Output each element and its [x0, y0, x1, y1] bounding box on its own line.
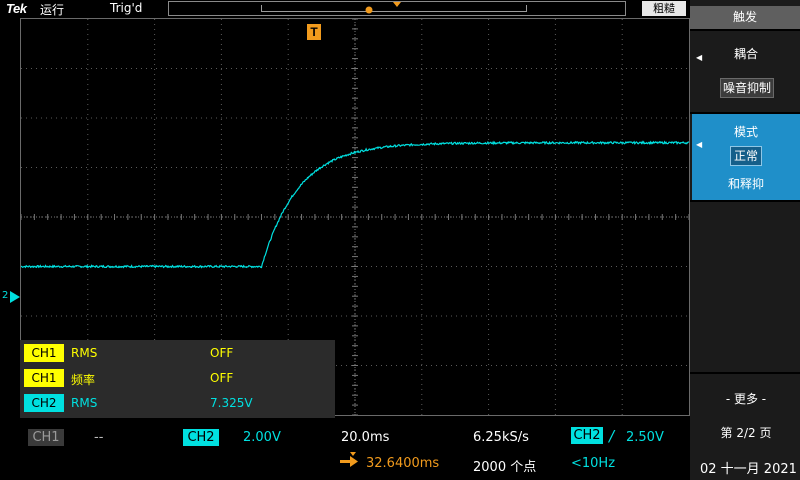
measurement-row[interactable]: CH1 RMS OFF: [24, 344, 329, 364]
measurement-value: OFF: [210, 371, 234, 385]
measurement-panel: CH1 RMS OFF CH1 频率 OFF CH2 RMS 7.325V: [20, 340, 335, 418]
brand-logo: Tek: [6, 1, 27, 16]
measurement-channel-chip: CH1: [24, 369, 64, 387]
trigger-position-icon: [340, 452, 358, 467]
measurement-name: 频率: [71, 373, 96, 387]
ch1-button[interactable]: CH1: [28, 429, 64, 446]
record-length: 2000 个点: [473, 460, 537, 475]
side-menu-title: 触发: [690, 6, 800, 30]
top-status-bar: Tek 运行 Trig'd 粗糙: [0, 0, 690, 18]
mode-label: 模式: [733, 125, 758, 139]
trigger-time-marker: T: [307, 24, 321, 40]
measurement-value: OFF: [210, 346, 234, 360]
date-display: 02 十一月 2021: [700, 462, 797, 477]
mode-sub-label: 和释抑: [727, 177, 764, 191]
reference-arrow-icon: [10, 291, 20, 303]
trigger-level: 2.50V: [626, 430, 664, 445]
coupling-value: 噪音抑制: [720, 78, 774, 98]
trigger-slope-icon: /: [609, 427, 615, 445]
record-markers: [365, 2, 401, 14]
chevron-left-icon: ◀: [696, 140, 703, 149]
measurement-channel-chip: CH1: [24, 344, 64, 362]
menu-item-coupling[interactable]: ◀ 耦合 噪音抑制: [692, 31, 800, 111]
menu-item-more[interactable]: - 更多 - 第 2/2 页: [692, 374, 800, 452]
timebase-value[interactable]: 20.0ms: [341, 430, 389, 445]
run-state: 运行: [40, 3, 65, 17]
ch2-button[interactable]: CH2: [183, 429, 219, 446]
measurement-row[interactable]: CH1 频率 OFF: [24, 369, 329, 389]
ch2-scale: 2.00V: [243, 430, 281, 445]
measurement-name: RMS: [71, 346, 98, 360]
sample-rate: 6.25kS/s: [473, 430, 529, 445]
menu-item-mode[interactable]: ◀ 模式 正常 和释抑: [692, 114, 800, 200]
mode-value: 正常: [730, 146, 762, 166]
trigger-source-chip[interactable]: CH2: [571, 427, 603, 444]
measurement-name: RMS: [71, 396, 98, 410]
trigger-status: Trig'd: [110, 1, 143, 15]
trigger-position-value[interactable]: 32.6400ms: [366, 456, 439, 471]
coupling-label: 耦合: [733, 47, 758, 61]
ch1-scale: --: [94, 430, 104, 445]
more-label: - 更多 -: [725, 392, 767, 406]
measurement-channel-chip: CH2: [24, 394, 64, 412]
bottom-status-bar: CH1 -- CH2 2.00V 20.0ms 6.25kS/s CH2 / 2…: [0, 418, 690, 480]
measurement-row[interactable]: CH2 RMS 7.325V: [24, 394, 329, 414]
acquire-mode-button[interactable]: 粗糙: [642, 1, 686, 16]
measurement-value: 7.325V: [210, 396, 253, 410]
menu-divider: [690, 200, 800, 202]
record-length-bar: [168, 1, 626, 16]
page-label: 第 2/2 页: [720, 426, 772, 440]
trigger-frequency: <10Hz: [571, 456, 616, 471]
